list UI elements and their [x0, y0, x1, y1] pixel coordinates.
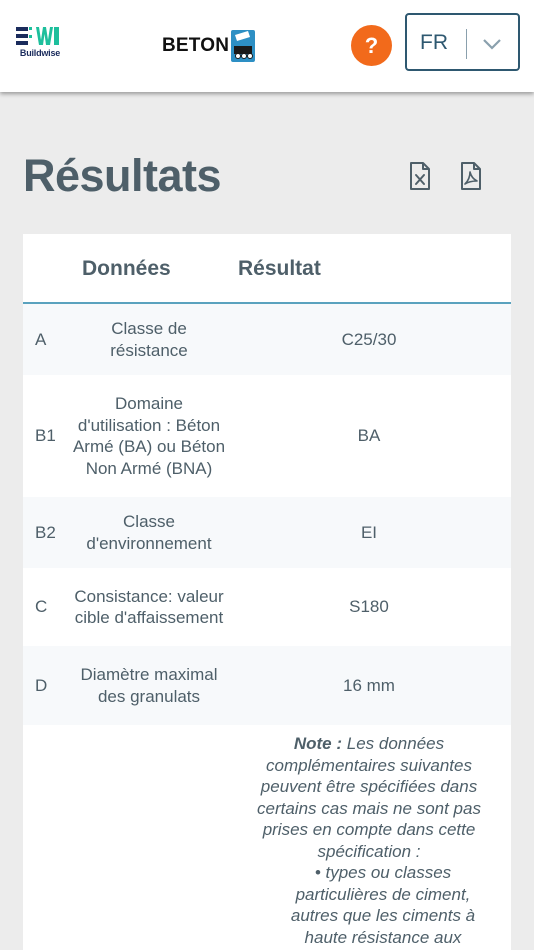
- row-value: C25/30: [341, 329, 397, 349]
- column-header-donnees: Données: [82, 257, 171, 280]
- row-label: Domaine d'utilisation : Béton Armé (BA) …: [72, 394, 226, 478]
- page-title: Résultats: [23, 150, 222, 201]
- beton-wordmark: BETON: [162, 35, 230, 56]
- note-row: Note : Les données complémentaires suiva…: [23, 725, 511, 950]
- results-table-header: Données Résultat: [23, 234, 511, 304]
- row-code: D: [35, 675, 48, 695]
- note-body: Les données complémentaires suivantes pe…: [257, 734, 481, 861]
- chevron-down-icon: [483, 39, 501, 50]
- row-code: C: [35, 597, 48, 616]
- table-row: C Consistance: valeur cible d'affaisseme…: [23, 568, 511, 646]
- table-row: B1 Domaine d'utilisation : Béton Armé (B…: [23, 375, 511, 497]
- table-row: D Diamètre maximal des granulats 16 mm: [23, 646, 511, 725]
- row-label: Classe de résistance: [110, 319, 188, 360]
- concrete-mixer-truck-icon: [231, 30, 256, 62]
- app-header: Buildwise BETON ? FR: [0, 0, 534, 92]
- table-row: A Classe de résistance C25/30: [23, 304, 511, 375]
- row-value: BA: [357, 426, 381, 445]
- row-value: 16 mm: [343, 675, 395, 695]
- note-prefix: Note :: [293, 734, 343, 753]
- beton-logo[interactable]: BETON: [162, 28, 256, 64]
- note-text: Note : Les données complémentaires suiva…: [249, 733, 489, 948]
- row-code: A: [35, 329, 47, 349]
- row-value: S180: [349, 597, 389, 616]
- row-code: B2: [35, 522, 56, 542]
- export-pdf-icon[interactable]: [459, 161, 483, 191]
- row-code: B1: [35, 426, 56, 445]
- buildwise-logo[interactable]: Buildwise: [16, 26, 64, 60]
- language-select[interactable]: FR: [405, 13, 520, 71]
- buildwise-logo-mark-icon: [16, 27, 59, 45]
- table-row: B2 Classe d'environnement EI: [23, 497, 511, 568]
- buildwise-wordmark: Buildwise: [19, 48, 61, 58]
- column-header-resultat: Résultat: [238, 257, 321, 280]
- note-bullet: • types ou classes particulières de cime…: [249, 862, 489, 948]
- row-label: Consistance: valeur cible d'affaissement: [74, 586, 224, 628]
- results-table: Données Résultat A Classe de résistance …: [23, 234, 511, 950]
- language-value: FR: [420, 31, 448, 54]
- bullet-icon: •: [314, 863, 326, 882]
- help-button[interactable]: ?: [351, 25, 392, 66]
- row-value: EI: [360, 522, 378, 542]
- row-label: Classe d'environnement: [86, 512, 212, 553]
- language-select-separator: [466, 29, 467, 59]
- export-excel-icon[interactable]: [408, 161, 432, 191]
- row-label: Diamètre maximal des granulats: [80, 665, 218, 706]
